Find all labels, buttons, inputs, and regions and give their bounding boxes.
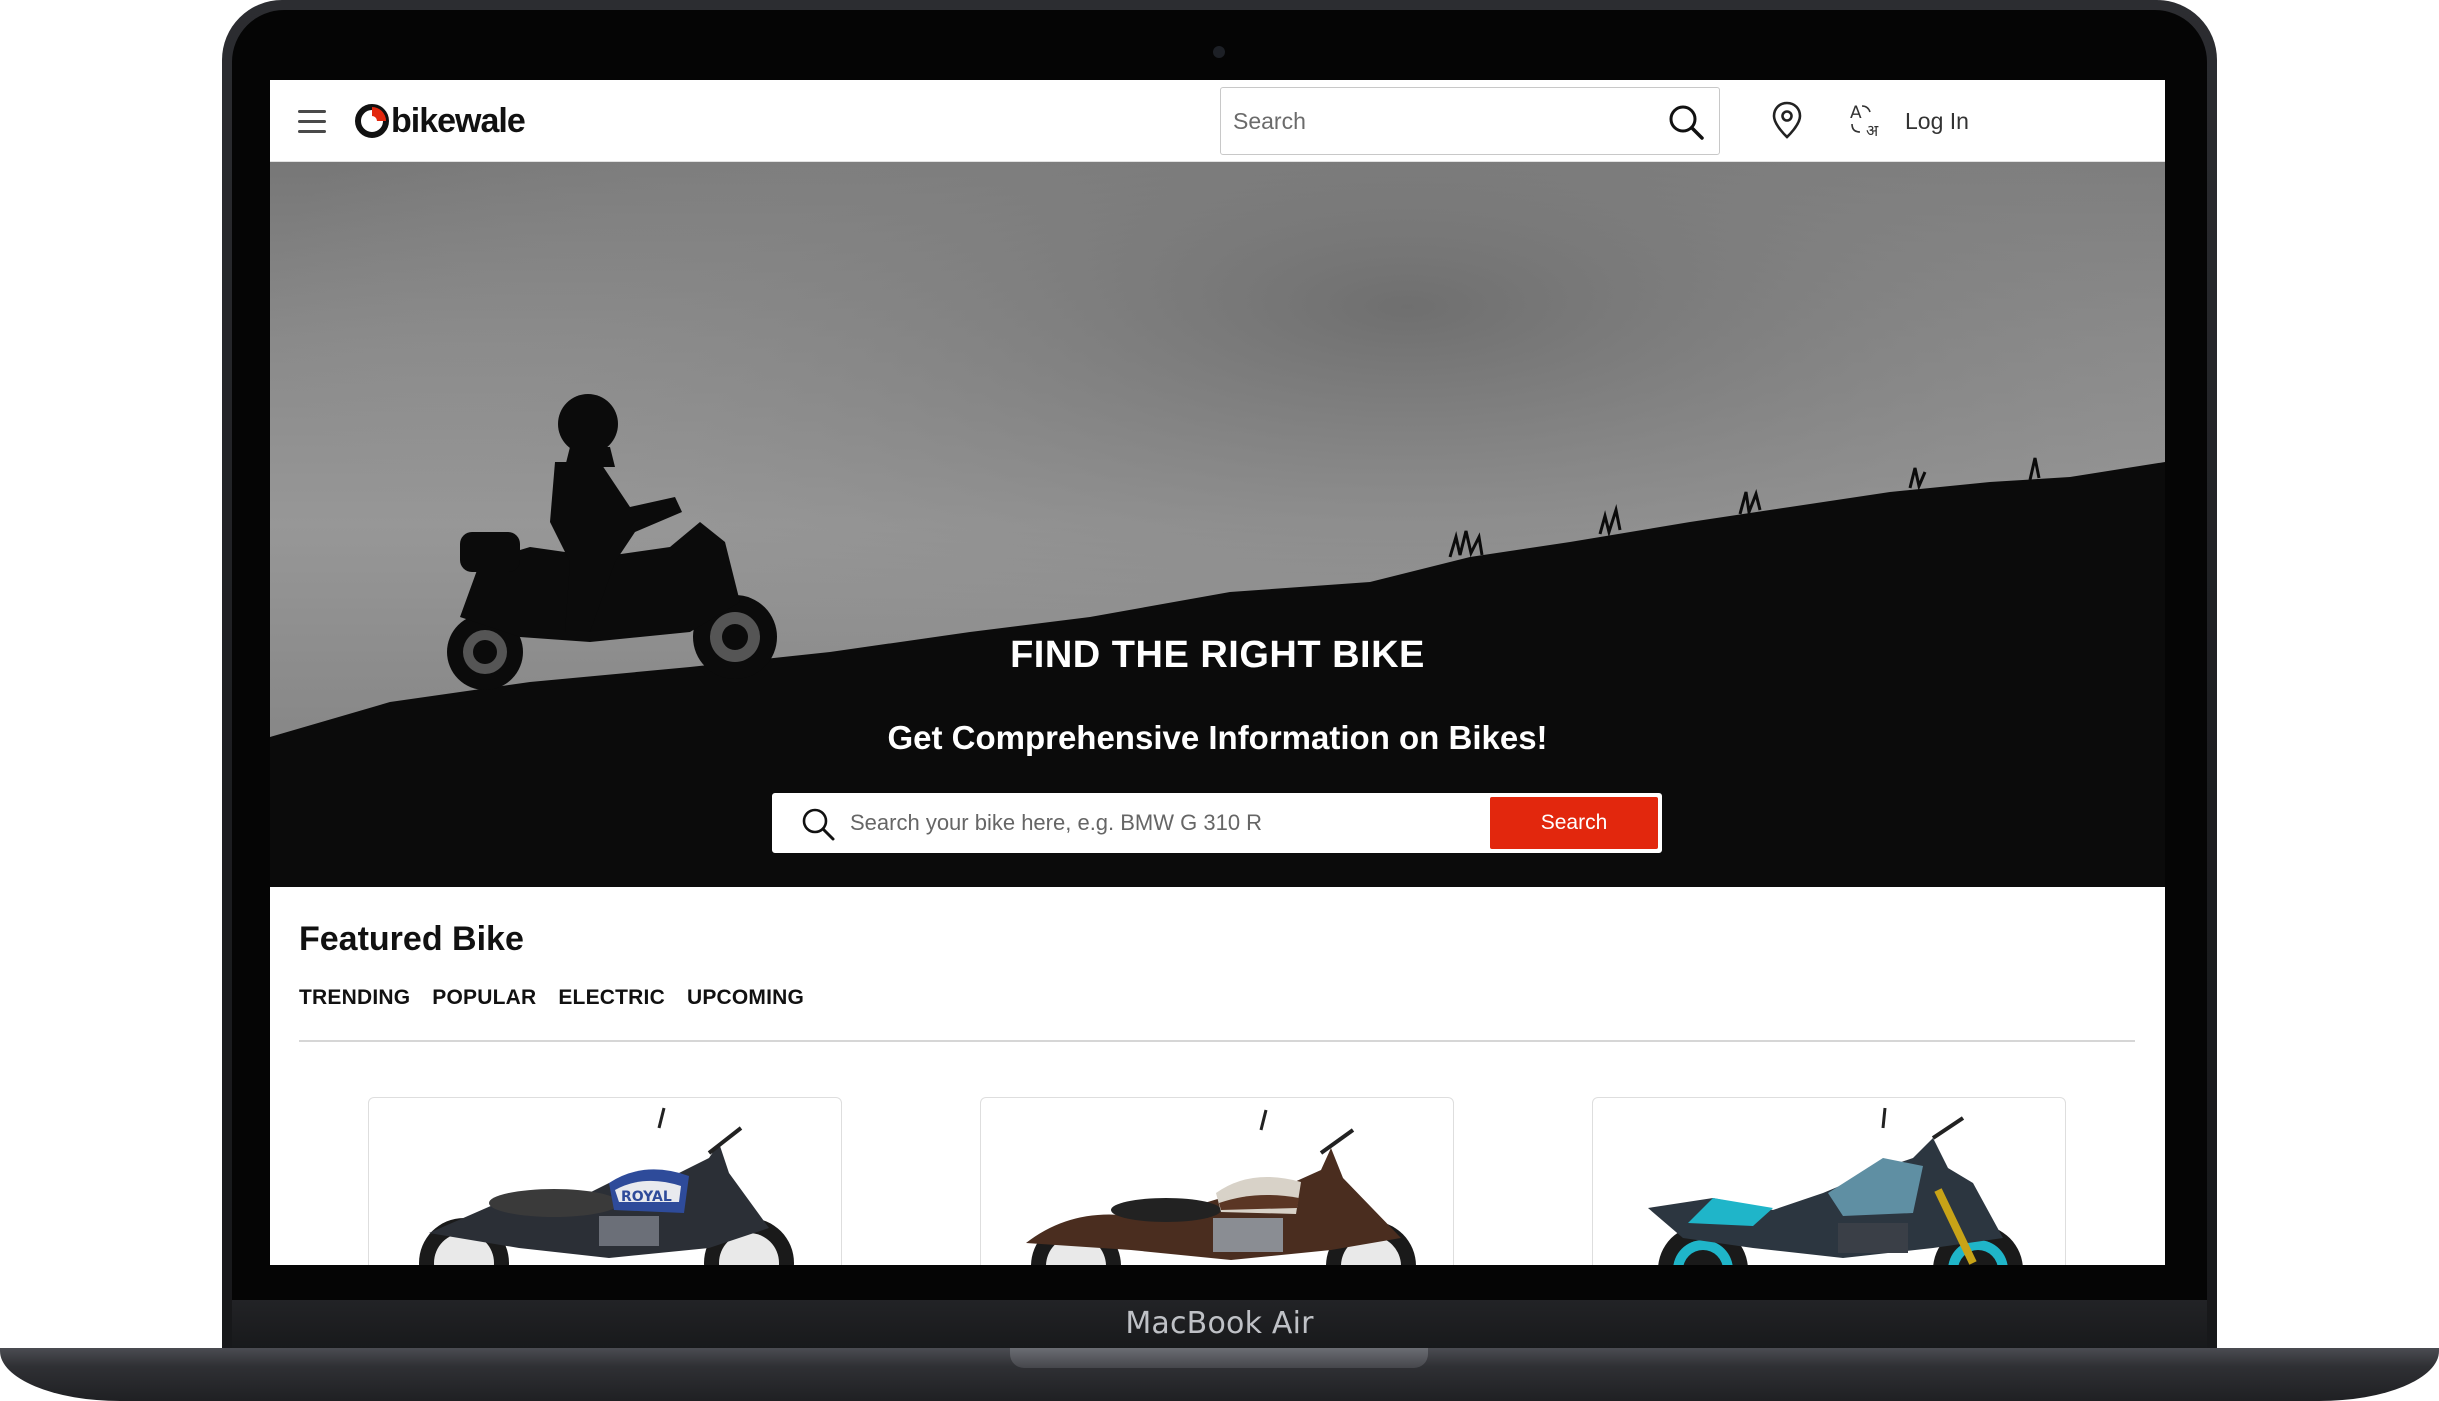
camera-dot xyxy=(1213,46,1225,58)
svg-text:ROYAL: ROYAL xyxy=(621,1189,672,1205)
tab-electric[interactable]: ELECTRIC xyxy=(558,986,665,1010)
bikewale-logo-icon xyxy=(355,104,389,138)
bike-card[interactable] xyxy=(1592,1097,2066,1265)
bike-image xyxy=(1026,1109,1416,1265)
location-pin-icon[interactable] xyxy=(1770,100,1804,140)
bike-card[interactable]: ROYAL xyxy=(368,1097,842,1265)
login-link[interactable]: Log In xyxy=(1905,108,1969,135)
menu-icon[interactable] xyxy=(298,107,326,135)
svg-text:A: A xyxy=(1850,103,1862,123)
featured-title: Featured Bike xyxy=(299,920,524,958)
search-icon xyxy=(802,808,835,841)
tab-popular[interactable]: POPULAR xyxy=(432,986,536,1010)
hero-title: FIND THE RIGHT BIKE xyxy=(1010,634,1425,676)
tab-trending[interactable]: TRENDING xyxy=(299,986,410,1010)
hero-banner: FIND THE RIGHT BIKE Get Comprehensive In… xyxy=(270,162,2165,887)
header-search-input[interactable] xyxy=(1233,88,1633,154)
language-icon[interactable]: A अ xyxy=(1848,100,1886,140)
logo-text: bikewale xyxy=(391,101,526,140)
site-logo[interactable]: bikewale xyxy=(355,100,526,142)
screen: bikewale A अ Log In xyxy=(270,80,2165,1265)
device-label: MacBook Air xyxy=(1125,1306,1314,1341)
hero-subtitle: Get Comprehensive Information on Bikes! xyxy=(887,719,1548,756)
hero-background-image xyxy=(270,162,2165,887)
hero-search-bar: Search xyxy=(772,793,1662,853)
header-search xyxy=(1220,87,1720,155)
laptop-notch xyxy=(1010,1348,1428,1368)
tab-upcoming[interactable]: UPCOMING xyxy=(687,986,804,1010)
tabs-divider xyxy=(299,1040,2135,1042)
site-header: bikewale A अ Log In xyxy=(270,80,2165,162)
hero-search-button[interactable]: Search xyxy=(1490,797,1658,849)
svg-text:अ: अ xyxy=(1866,121,1879,140)
featured-tabs: TRENDING POPULAR ELECTRIC UPCOMING xyxy=(299,986,804,1010)
bike-image: ROYAL xyxy=(419,1107,794,1265)
bike-image xyxy=(1648,1107,2023,1265)
search-icon[interactable] xyxy=(1667,103,1705,141)
bike-card[interactable] xyxy=(980,1097,1454,1265)
hero-search-input[interactable] xyxy=(850,795,1470,851)
